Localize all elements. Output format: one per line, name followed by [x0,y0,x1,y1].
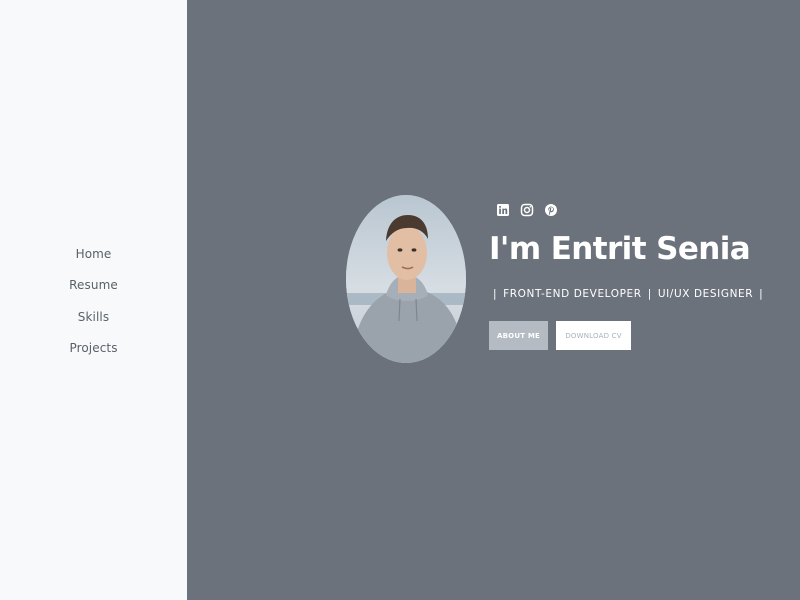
nav-link-skills[interactable]: Skills [78,310,109,324]
sidebar-item-home[interactable]: Home [0,238,187,270]
role-frontend: FRONT-END DEVELOPER [503,288,642,300]
nav-link-projects[interactable]: Projects [69,341,117,355]
nav-link-home[interactable]: Home [76,247,112,261]
about-me-button[interactable]: ABOUT ME [489,321,548,350]
sidebar-nav: Home Resume Skills Projects [0,238,187,364]
pinterest-icon[interactable] [544,203,558,217]
profile-photo [346,195,466,363]
social-links [496,203,558,217]
download-cv-button[interactable]: DOWNLOAD CV [556,321,631,350]
nav-link-resume[interactable]: Resume [69,278,118,292]
hero-title: I'm Entrit Senia [489,231,751,267]
hero-roles: | FRONT-END DEVELOPER | UI/UX DESIGNER | [493,288,769,300]
linkedin-icon[interactable] [496,203,510,217]
sidebar-item-projects[interactable]: Projects [0,333,187,365]
role-separator: | [647,288,652,300]
role-separator: | [493,288,498,300]
role-uiux: UI/UX DESIGNER [657,288,754,300]
sidebar-item-resume[interactable]: Resume [0,270,187,302]
sidebar-item-skills[interactable]: Skills [0,301,187,333]
role-separator: | [759,288,764,300]
instagram-icon[interactable] [520,203,534,217]
sidebar: Home Resume Skills Projects [0,0,187,600]
hero-section [187,0,800,600]
